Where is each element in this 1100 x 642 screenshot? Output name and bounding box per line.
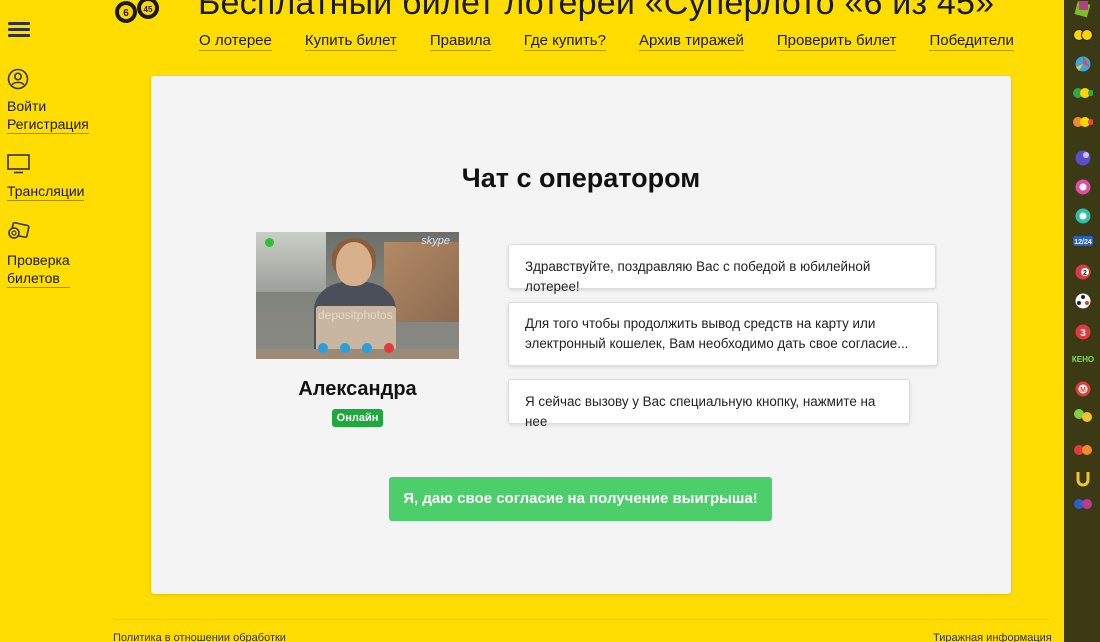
call-controls [318,343,394,353]
nav-about[interactable]: О лотерее [199,32,272,51]
lottery-icon-8[interactable] [1073,207,1093,225]
mic-icon [340,343,350,353]
nav-where-to-buy[interactable]: Где купить? [523,32,606,51]
register-link[interactable]: Регистрация [7,115,89,134]
site-title: Бесплатный билет лотерей «Суперлото «6 и… [198,0,995,22]
lottery-icon-10[interactable]: 2 [1073,263,1093,281]
lottery-icon-3[interactable] [1073,55,1093,73]
video-watermark: depositphotos [318,308,393,322]
operator-video: skype depositphotos [256,232,459,359]
lottery-icon-4[interactable] [1073,84,1093,102]
lottery-icon-5[interactable] [1073,113,1093,131]
privacy-policy-link[interactable]: Политика в отношении обработки [113,632,286,642]
ticket-icon [8,221,30,239]
lottery-icon-12[interactable]: 3 [1073,323,1093,341]
skype-logo: skype [421,235,450,247]
tv-icon [7,154,30,174]
lottery-icon-14[interactable] [1073,406,1093,424]
lottery-icon-13[interactable]: M [1073,380,1093,398]
ticket-check-block: Проверка билетов [7,221,70,288]
nav-check-ticket[interactable]: Проверить билет [776,32,897,51]
chat-card: Чат с оператором skype depositphotos Але… [151,76,1011,594]
lottery-icon-2[interactable] [1073,26,1093,44]
chat-title: Чат с оператором [461,163,701,193]
svg-text:6: 6 [123,8,129,19]
broadcasts-block: Трансляции [7,153,85,201]
lottery-icon-11[interactable] [1073,292,1093,310]
nav-rules[interactable]: Правила [429,32,491,51]
status-badge: Онлайн [332,409,383,427]
user-icon [7,68,29,90]
top-navigation: О лотерее Купить билет Правила Где купит… [199,32,1047,51]
nav-winners[interactable]: Победители [929,32,1014,51]
svg-text:12/24: 12/24 [1074,239,1092,246]
footer-divider [113,619,1049,620]
ticket-check-line2: билетов [7,270,60,286]
draw-info-link[interactable]: Тиражная информация [933,632,1052,642]
keno-icon[interactable]: КЕНО [1069,353,1097,367]
svg-text:45: 45 [144,5,153,14]
ticket-check-link[interactable]: Проверка билетов [7,251,70,288]
hangup-icon [384,343,394,353]
lottery-icon-17[interactable] [1073,495,1093,513]
camera-icon [318,343,328,353]
hamburger-icon[interactable] [8,22,30,38]
chat-icon [362,343,372,353]
chat-message: Я сейчас вызову у Вас специальную кнопку… [508,379,910,429]
lottery-icon-7[interactable] [1073,178,1093,196]
lottery-icon-9[interactable]: 12/24 [1073,233,1093,251]
lottery-balls-logo[interactable]: 6 45 [112,0,162,28]
login-link[interactable]: Войти [7,97,46,115]
lottery-icon-6[interactable] [1073,149,1093,167]
chat-message: Здравствуйте, поздравляю Вас с победой в… [508,244,936,294]
account-block: Войти Регистрация [7,68,89,134]
nav-draw-archive[interactable]: Архив тиражей [638,32,744,51]
svg-text:M: M [1080,387,1086,394]
ticket-check-line1: Проверка [7,252,70,268]
chat-message: Для того чтобы продолжить вывод средств … [508,302,938,366]
svg-text:2: 2 [1083,270,1087,277]
lottery-icon-1[interactable] [1073,0,1093,18]
operator-name: Александра [298,378,417,400]
nav-buy-ticket[interactable]: Купить билет [304,32,397,51]
lottery-icon-16[interactable] [1073,470,1093,488]
broadcasts-link[interactable]: Трансляции [7,182,85,201]
svg-text:3: 3 [1080,328,1086,339]
lottery-icon-15[interactable] [1073,441,1093,459]
online-dot-icon [265,238,274,247]
consent-button[interactable]: Я, даю свое согласие на получение выигры… [389,477,772,521]
